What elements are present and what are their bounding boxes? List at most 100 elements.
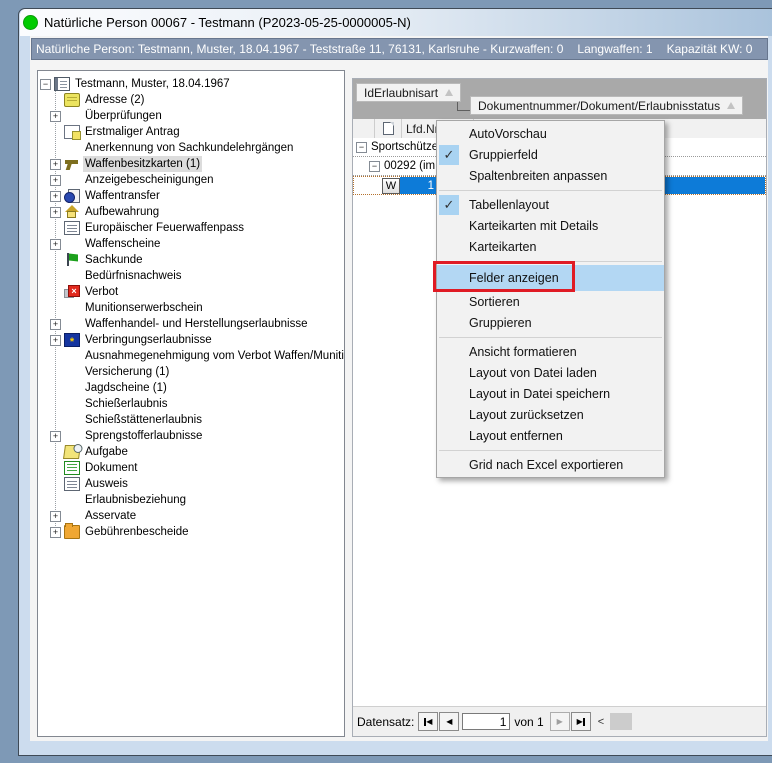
previous-record-button[interactable]: ◀ <box>439 712 459 731</box>
tree-item[interactable]: −Testmann, Muster, 18.04.1967 <box>38 76 344 92</box>
menu-item[interactable]: Karteikarten mit Details <box>437 215 664 236</box>
tree-item[interactable]: Munitionserwerbschein <box>38 300 344 316</box>
menu-item-label: Felder anzeigen <box>469 271 559 285</box>
lfdnr-cell: 1 <box>400 180 437 192</box>
tree-item[interactable]: +Waffenbesitzkarten (1) <box>38 156 344 172</box>
collapse-icon[interactable]: − <box>356 142 367 153</box>
expand-icon[interactable]: + <box>50 191 61 202</box>
tree-item[interactable]: Jagdscheine (1) <box>38 380 344 396</box>
tree-item[interactable]: +Waffenscheine <box>38 236 344 252</box>
expand-icon[interactable]: + <box>50 335 61 346</box>
menu-separator <box>439 450 662 451</box>
menu-item[interactable]: ✓Tabellenlayout <box>437 194 664 215</box>
menu-item[interactable]: AutoVorschau <box>437 123 664 144</box>
group-field-iderlaubnisart[interactable]: IdErlaubnisart <box>356 83 461 102</box>
menu-item[interactable]: Grid nach Excel exportieren <box>437 454 664 475</box>
tree-item-label: Überprüfungen <box>83 108 164 124</box>
menu-item[interactable]: Karteikarten <box>437 236 664 257</box>
pistol-icon <box>64 157 80 171</box>
tree-item[interactable]: Versicherung (1) <box>38 364 344 380</box>
expand-icon[interactable]: + <box>50 527 61 538</box>
next-record-button[interactable]: ▶ <box>550 712 570 731</box>
expand-icon[interactable]: + <box>50 175 61 186</box>
title-bar: Natürliche Person 00067 - Testmann (P202… <box>20 9 772 36</box>
tree-item[interactable]: Verbot <box>38 284 344 300</box>
tree-item[interactable]: Aufgabe <box>38 444 344 460</box>
expand-icon[interactable]: + <box>50 319 61 330</box>
expand-icon[interactable]: + <box>50 159 61 170</box>
expand-icon[interactable]: + <box>50 511 61 522</box>
header-indent-cell <box>353 119 375 138</box>
tree-item-label: Waffentransfer <box>83 188 162 204</box>
application-icon <box>64 125 80 139</box>
task-icon <box>63 445 81 459</box>
hscroll-left-arrow[interactable]: < <box>598 716 604 728</box>
tree-item-label: Verbringungserlaubnisse <box>83 332 214 348</box>
menu-item[interactable]: Gruppieren <box>437 312 664 333</box>
tree-item[interactable]: Ausnahmegenehmigung vom Verbot Waffen/Mu… <box>38 348 344 364</box>
menu-item[interactable]: Layout zurücksetzen <box>437 404 664 425</box>
menu-item[interactable]: Spaltenbreiten anpassen <box>437 165 664 186</box>
menu-item[interactable]: Layout in Datei speichern <box>437 383 664 404</box>
tree-item-label: Sprengstofferlaubnisse <box>83 428 204 444</box>
menu-item-label: Layout von Datei laden <box>469 366 597 380</box>
tree-item[interactable]: Erstmaliger Antrag <box>38 124 344 140</box>
info-bar-segment: Kapazität LW: <box>766 42 768 56</box>
group-field-dokumentnummer[interactable]: Dokumentnummer/Dokument/Erlaubnisstatus <box>470 96 743 115</box>
checkmark-icon: ✓ <box>439 145 459 165</box>
tree-item[interactable]: + Sprengstofferlaubnisse <box>38 428 344 444</box>
card-icon <box>64 221 80 235</box>
tree-item-label: Europäischer Feuerwaffenpass <box>83 220 246 236</box>
first-record-button[interactable]: ◀ <box>418 712 438 731</box>
menu-item-label: Layout entfernen <box>469 429 563 443</box>
tree-item[interactable]: +Asservate <box>38 508 344 524</box>
collapse-icon[interactable]: − <box>40 79 51 90</box>
navigation-tree: −Testmann, Muster, 18.04.1967Adresse (2)… <box>37 70 345 737</box>
collapse-icon[interactable]: − <box>369 161 380 172</box>
expand-icon[interactable]: + <box>50 239 61 250</box>
tree-item[interactable]: Bedürfnisnachweis <box>38 268 344 284</box>
hscroll-thumb[interactable] <box>610 713 632 730</box>
expand-icon[interactable]: + <box>50 111 61 122</box>
tree-item-label: Erlaubnisbeziehung <box>83 492 188 508</box>
group-row-label: 00292 (im <box>384 160 435 172</box>
expand-icon[interactable]: + <box>50 207 61 218</box>
sort-ascending-icon <box>445 89 453 96</box>
tree-item-label: Schießerlaubnis <box>83 396 169 412</box>
menu-item[interactable]: Layout entfernen <box>437 425 664 446</box>
tree-item[interactable]: + Überprüfungen <box>38 108 344 124</box>
tree-item[interactable]: Schießerlaubnis <box>38 396 344 412</box>
record-position-input[interactable]: 1 <box>462 713 510 730</box>
menu-item[interactable]: ✓Gruppierfeld <box>437 144 664 165</box>
tree-item[interactable]: Dokument <box>38 460 344 476</box>
tree-item[interactable]: Schießstättenerlaubnis <box>38 412 344 428</box>
tree-item[interactable]: Adresse (2) <box>38 92 344 108</box>
tree-item[interactable]: Europäischer Feuerwaffenpass <box>38 220 344 236</box>
application-window: Natürliche Person 00067 - Testmann (P202… <box>0 0 772 763</box>
group-by-panel: IdErlaubnisart Dokumentnummer/Dokument/E… <box>353 79 766 119</box>
tree-item[interactable]: Erlaubnisbeziehung <box>38 492 344 508</box>
tree-item[interactable]: +Anzeigebescheinigungen <box>38 172 344 188</box>
header-row-indicator-cell[interactable] <box>375 119 402 138</box>
folder-icon <box>64 525 80 539</box>
tree-item[interactable]: + Waffentransfer <box>38 188 344 204</box>
info-bar-segment: Langwaffen: 1 <box>577 42 652 56</box>
sort-ascending-icon <box>727 102 735 109</box>
tree-item[interactable]: +Aufbewahrung <box>38 204 344 220</box>
menu-item-label: Grid nach Excel exportieren <box>469 458 623 472</box>
tree-item-label: Versicherung (1) <box>83 364 171 380</box>
menu-item[interactable]: Felder anzeigen <box>437 265 664 291</box>
tree-item-label: Jagdscheine (1) <box>83 380 169 396</box>
menu-item[interactable]: Sortieren <box>437 291 664 312</box>
tree-item[interactable]: Anerkennung von Sachkundelehrgängen <box>38 140 344 156</box>
house-icon <box>64 205 80 219</box>
menu-item[interactable]: Ansicht formatieren <box>437 341 664 362</box>
tree-item[interactable]: Ausweis <box>38 476 344 492</box>
tree-item[interactable]: + Verbringungserlaubnisse <box>38 332 344 348</box>
tree-item[interactable]: +Waffenhandel- und Herstellungserlaubnis… <box>38 316 344 332</box>
tree-item[interactable]: Sachkunde <box>38 252 344 268</box>
tree-item[interactable]: +Gebührenbescheide <box>38 524 344 540</box>
last-record-button[interactable]: ▶ <box>571 712 591 731</box>
menu-item[interactable]: Layout von Datei laden <box>437 362 664 383</box>
expand-icon[interactable]: + <box>50 431 61 442</box>
